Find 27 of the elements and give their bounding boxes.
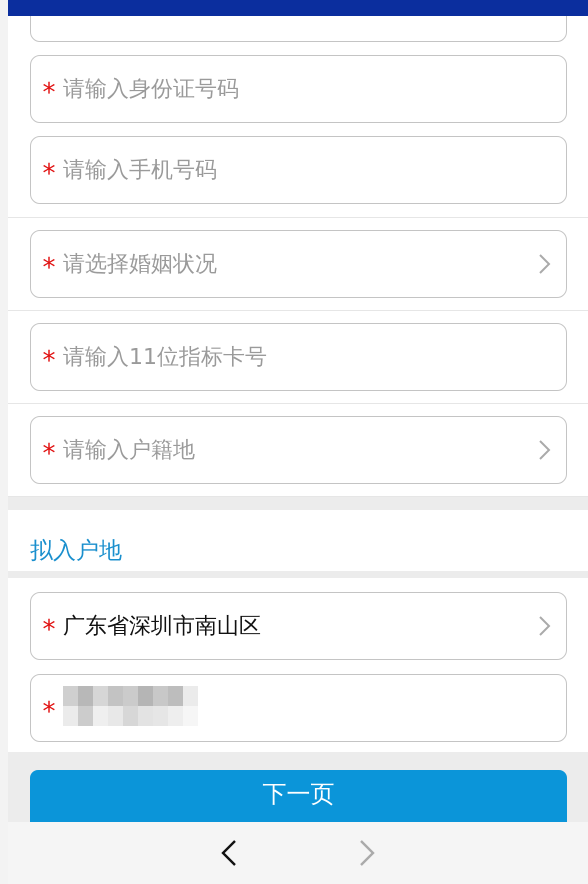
input-field[interactable]: * 请输入身份证号码 [30, 55, 567, 123]
required-mark: * [42, 438, 56, 467]
select-field[interactable]: * 广东省深圳市南山区 [30, 592, 567, 660]
field-placeholder: 请选择婚姻状况 [63, 251, 218, 279]
field-placeholder: 请输入户籍地 [63, 437, 196, 465]
required-mark: * [42, 252, 56, 281]
chevron-icon [538, 439, 552, 461]
forward-icon[interactable] [357, 839, 377, 867]
back-icon[interactable] [219, 839, 239, 867]
input-field[interactable]: * 请输入11位指标卡号 [30, 323, 567, 391]
input-field[interactable]: * [30, 674, 567, 742]
chevron-icon [538, 615, 552, 637]
next-page-button[interactable]: 下一页 [30, 770, 567, 822]
required-mark: * [42, 345, 56, 374]
section-title: 拟入户地 [29, 537, 123, 566]
required-mark: * [42, 614, 56, 643]
field-placeholder: 请输入手机号码 [63, 157, 218, 185]
field-placeholder: 请输入身份证号码 [63, 76, 240, 104]
select-field[interactable]: * 请输入户籍地 [30, 416, 567, 484]
field-value: 广东省深圳市南山区 [63, 613, 262, 641]
chevron-icon [538, 253, 552, 275]
required-mark: * [42, 77, 56, 106]
input-field[interactable]: * 请输入手机号码 [30, 136, 567, 204]
required-mark: * [42, 696, 56, 725]
required-mark: * [42, 158, 56, 187]
field-placeholder: 请输入11位指标卡号 [63, 344, 268, 372]
select-field[interactable]: * 请选择婚姻状况 [30, 230, 567, 298]
